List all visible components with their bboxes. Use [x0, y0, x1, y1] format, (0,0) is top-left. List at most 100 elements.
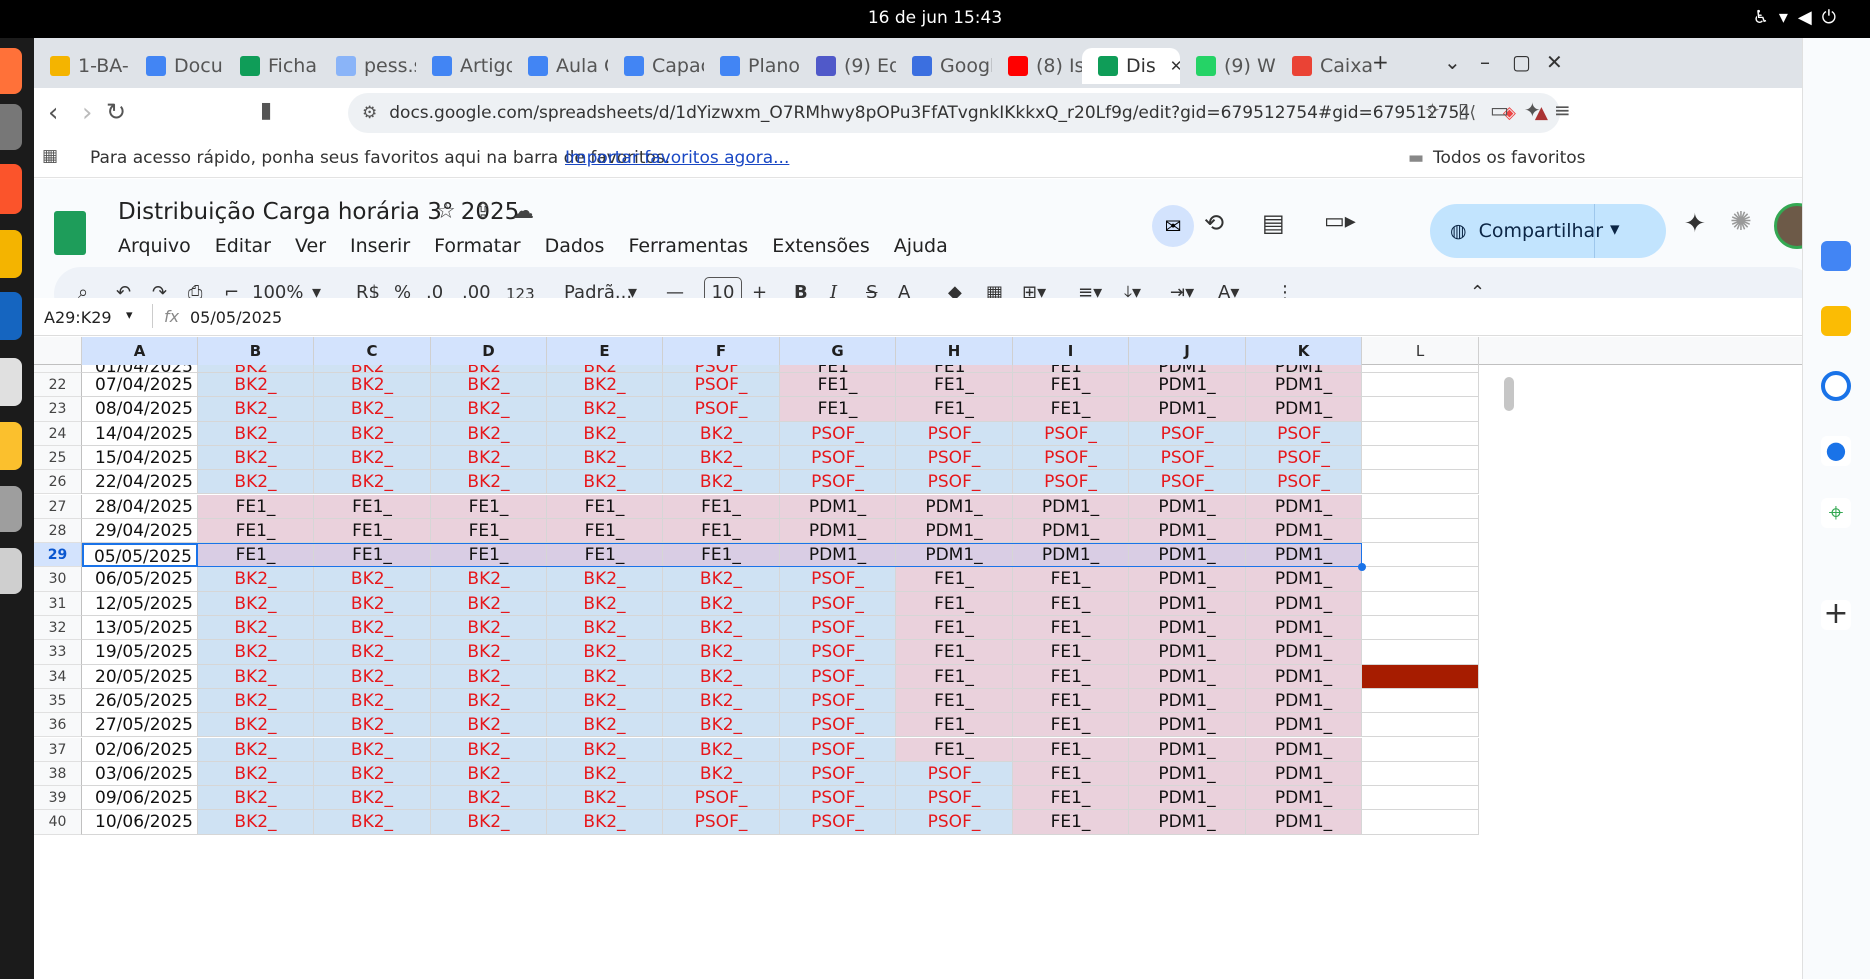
schedule-cell[interactable]: BK2_: [198, 810, 314, 835]
extensions-icon[interactable]: ✧: [1424, 98, 1441, 122]
tab-0[interactable]: 1-BA-2: [34, 48, 130, 84]
schedule-cell[interactable]: BK2_: [198, 365, 314, 373]
date-cell[interactable]: 07/04/2025: [82, 373, 198, 398]
schedule-cell[interactable]: PDM1_: [1246, 543, 1362, 568]
schedule-cell[interactable]: BK2_: [663, 591, 780, 616]
document-title[interactable]: Distribuição Carga horária 3° 2025: [118, 199, 519, 225]
schedule-cell[interactable]: FE1_: [314, 543, 431, 568]
schedule-cell[interactable]: BK2_: [547, 567, 663, 592]
schedule-cell[interactable]: BK2_: [198, 713, 314, 738]
date-cell[interactable]: 28/04/2025: [82, 494, 198, 519]
schedule-cell[interactable]: BK2_: [431, 761, 547, 787]
schedule-cell[interactable]: PDM1_: [1246, 640, 1362, 665]
schedule-cell[interactable]: PDM1_: [1246, 688, 1362, 714]
schedule-cell[interactable]: BK2_: [198, 591, 314, 616]
date-cell[interactable]: 02/06/2025: [82, 737, 198, 762]
schedule-cell[interactable]: PDM1_: [1129, 397, 1246, 422]
schedule-cell[interactable]: PDM1_: [1129, 713, 1246, 738]
column-header-E[interactable]: E: [547, 337, 663, 365]
empty-cell-L[interactable]: [1362, 518, 1479, 544]
schedule-cell[interactable]: BK2_: [314, 616, 431, 641]
tab-12[interactable]: (9) Wh: [1180, 48, 1276, 84]
row-header[interactable]: 35: [34, 688, 82, 714]
row-header[interactable]: 28: [34, 518, 82, 544]
schedule-cell[interactable]: BK2_: [198, 373, 314, 398]
menu-editar[interactable]: Editar: [215, 235, 271, 257]
url-text[interactable]: docs.google.com/spreadsheets/d/1dYizwxm_…: [389, 103, 1470, 123]
schedule-cell[interactable]: PDM1_: [1013, 518, 1129, 544]
schedule-cell[interactable]: FE1_: [896, 664, 1013, 689]
schedule-cell[interactable]: BK2_: [314, 397, 431, 422]
schedule-cell[interactable]: FE1_: [896, 373, 1013, 398]
schedule-cell[interactable]: BK2_: [431, 786, 547, 811]
schedule-cell[interactable]: PDM1_: [1246, 494, 1362, 519]
schedule-cell[interactable]: BK2_: [314, 373, 431, 398]
row-header[interactable]: 40: [34, 810, 82, 835]
schedule-cell[interactable]: BK2_: [547, 810, 663, 835]
schedule-cell[interactable]: BK2_: [547, 397, 663, 422]
editor-icon[interactable]: [0, 422, 22, 470]
schedule-cell[interactable]: PDM1_: [1246, 397, 1362, 422]
date-cell[interactable]: 09/06/2025: [82, 786, 198, 811]
schedule-cell[interactable]: FE1_: [1013, 616, 1129, 641]
empty-cell-L[interactable]: [1362, 567, 1479, 592]
tasks-icon[interactable]: [1821, 371, 1851, 401]
schedule-cell[interactable]: PDM1_: [1013, 543, 1129, 568]
column-header-L[interactable]: L: [1362, 337, 1479, 365]
schedule-cell[interactable]: BK2_: [663, 421, 780, 446]
empty-cell-L[interactable]: [1362, 810, 1479, 835]
gemini-icon[interactable]: ✦: [1684, 209, 1706, 239]
schedule-cell[interactable]: FE1_: [1013, 397, 1129, 422]
history-icon[interactable]: ⟲: [1204, 209, 1224, 237]
schedule-cell[interactable]: BK2_: [663, 737, 780, 762]
date-cell[interactable]: 22/04/2025: [82, 470, 198, 495]
schedule-cell[interactable]: PDM1_: [1246, 365, 1362, 373]
schedule-cell[interactable]: PSOF_: [663, 397, 780, 422]
menu-dados[interactable]: Dados: [545, 235, 605, 257]
date-cell[interactable]: 27/05/2025: [82, 713, 198, 738]
schedule-cell[interactable]: BK2_: [431, 397, 547, 422]
row-header[interactable]: 27: [34, 494, 82, 519]
schedule-cell[interactable]: FE1_: [896, 713, 1013, 738]
sidebar-icon[interactable]: ▯: [1458, 98, 1469, 122]
schedule-cell[interactable]: PSOF_: [780, 737, 896, 762]
schedule-cell[interactable]: BK2_: [431, 365, 547, 373]
reload-icon[interactable]: ↻: [106, 98, 126, 126]
date-cell[interactable]: 03/06/2025: [82, 761, 198, 787]
volume-icon[interactable]: ◀: [1798, 7, 1822, 28]
schedule-cell[interactable]: BK2_: [547, 737, 663, 762]
schedule-cell[interactable]: PSOF_: [896, 786, 1013, 811]
row-header[interactable]: 31: [34, 591, 82, 616]
row-header[interactable]: 36: [34, 713, 82, 738]
column-header-H[interactable]: H: [896, 337, 1013, 365]
row-header[interactable]: 24: [34, 421, 82, 446]
menu-formatar[interactable]: Formatar: [434, 235, 520, 257]
schedule-cell[interactable]: PDM1_: [1129, 664, 1246, 689]
empty-cell-L[interactable]: [1362, 470, 1479, 495]
schedule-cell[interactable]: BK2_: [314, 445, 431, 471]
date-cell[interactable]: 20/05/2025: [82, 664, 198, 689]
vertical-scrollbar[interactable]: [1504, 377, 1514, 411]
row-header[interactable]: 29: [34, 543, 82, 568]
tab-8[interactable]: (9) Eq: [800, 48, 896, 84]
date-cell[interactable]: 06/05/2025: [82, 567, 198, 592]
schedule-cell[interactable]: PDM1_: [1129, 365, 1246, 373]
schedule-cell[interactable]: BK2_: [198, 567, 314, 592]
schedule-cell[interactable]: FE1_: [1013, 365, 1129, 373]
select-all-corner[interactable]: [34, 337, 82, 365]
schedule-cell[interactable]: BK2_: [314, 591, 431, 616]
schedule-cell[interactable]: FE1_: [896, 688, 1013, 714]
schedule-cell[interactable]: PSOF_: [780, 810, 896, 835]
schedule-cell[interactable]: BK2_: [431, 664, 547, 689]
accessibility-icon[interactable]: ♿: [1753, 7, 1779, 28]
column-header-C[interactable]: C: [314, 337, 431, 365]
tab-4[interactable]: Artigo: [416, 48, 512, 84]
minimize-icon[interactable]: –: [1480, 50, 1490, 74]
menu-arquivo[interactable]: Arquivo: [118, 235, 191, 257]
disk-icon[interactable]: [0, 486, 22, 532]
schedule-cell[interactable]: PDM1_: [1246, 518, 1362, 544]
schedule-cell[interactable]: BK2_: [431, 567, 547, 592]
empty-cell-L[interactable]: [1362, 543, 1479, 568]
schedule-cell[interactable]: BK2_: [547, 470, 663, 495]
date-cell[interactable]: 14/04/2025: [82, 421, 198, 446]
